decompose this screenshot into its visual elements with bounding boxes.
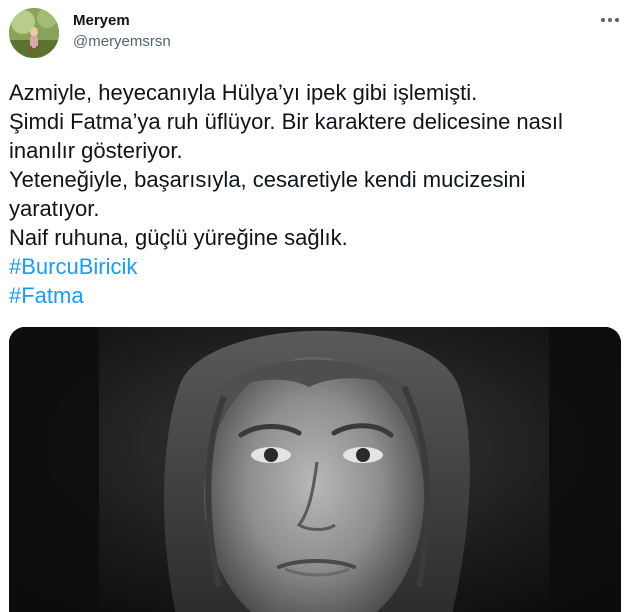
tweet-text-line: Şimdi Fatma’ya ruh üflüyor. Bir karakter… [9, 109, 563, 134]
tweet-text-line: yaratıyor. [9, 196, 100, 221]
tweet-text-line: Naif ruhuna, güçlü yüreğine sağlık. [9, 225, 348, 250]
more-dot [608, 18, 612, 22]
more-dot [601, 18, 605, 22]
more-options-icon[interactable] [598, 10, 622, 30]
tweet-text: Azmiyle, heyecanıyla Hülya’yı ipek gibi … [9, 78, 619, 310]
more-dot [615, 18, 619, 22]
author-handle[interactable]: @meryemsrsn [73, 33, 171, 51]
tweet-photo[interactable] [9, 327, 621, 612]
hashtag-link[interactable]: #Fatma [9, 281, 619, 310]
tweet-text-line: Azmiyle, heyecanıyla Hülya’yı ipek gibi … [9, 80, 478, 105]
portrait-photo [9, 327, 621, 612]
tweet-text-line: Yeteneğiyle, başarısıyla, cesaretiyle ke… [9, 167, 526, 192]
avatar-image [9, 8, 59, 58]
author-avatar[interactable] [9, 8, 59, 58]
author-display-name[interactable]: Meryem [73, 12, 130, 30]
tweet-text-line: inanılır gösteriyor. [9, 138, 183, 163]
hashtag-link[interactable]: #BurcuBiricik [9, 252, 619, 281]
tweet-card: Meryem @meryemsrsn Azmiyle, heyecanıyla … [0, 0, 635, 612]
